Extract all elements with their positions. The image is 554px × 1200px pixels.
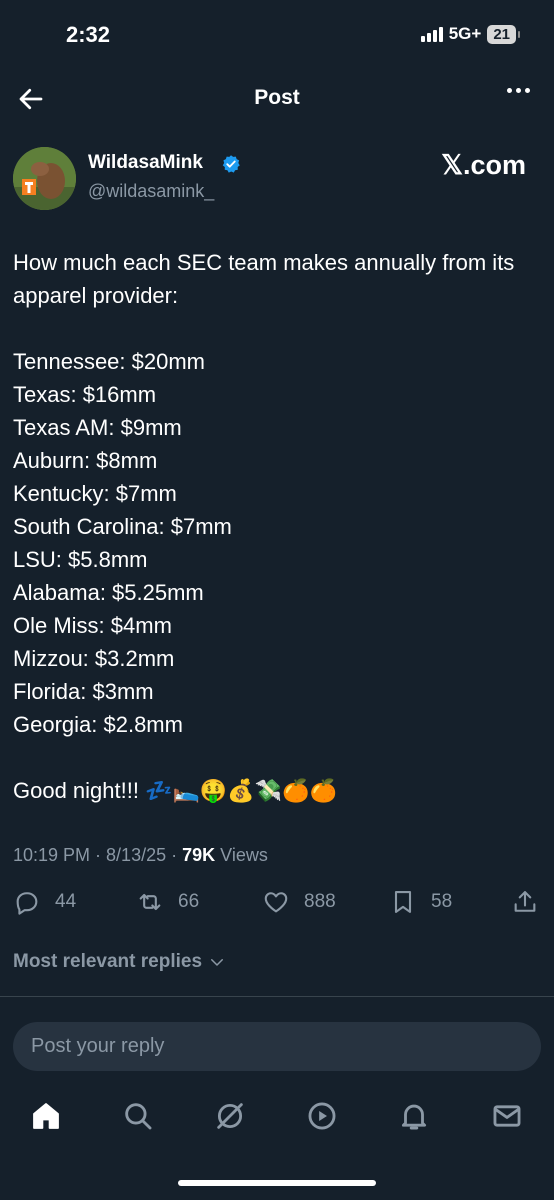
home-icon[interactable] [29,1099,63,1133]
author-display-name[interactable]: WildasaMink [88,152,203,174]
list-item: Auburn: $8mm [13,448,158,473]
list-item: Tennessee: $20mm [13,349,205,374]
author-handle[interactable]: @wildasamink_ [88,181,214,202]
post-time: 10:19 PM [13,845,91,865]
battery-icon: 21 [487,24,520,44]
signal-icon [420,26,443,42]
share-button[interactable] [511,888,539,916]
tweet-text: How much each SEC team makes annually fr… [13,246,543,807]
tweet-intro: How much each SEC team makes annually fr… [13,250,515,308]
grok-icon[interactable] [213,1099,247,1133]
video-icon[interactable] [305,1099,339,1133]
status-time: 2:32 [66,22,111,47]
avatar[interactable] [13,147,76,210]
list-item: Florida: $3mm [13,679,154,704]
reply-button[interactable]: 44 [13,888,76,916]
reply-box [13,1022,541,1071]
reply-count: 44 [55,891,77,912]
heart-icon [264,892,288,913]
tweet-meta: 10:19 PM · 8/13/25 · 79K Views [13,845,268,865]
list-item: Texas: $16mm [13,382,157,407]
verified-badge-icon [222,155,240,173]
list-item: Alabama: $5.25mm [13,580,204,605]
status-icons: 5G+ 21 [420,24,520,44]
replies-sort-label: Most relevant replies [13,951,203,972]
page-title: Post [254,86,300,109]
notifications-bell-icon[interactable] [397,1099,431,1133]
list-item: Georgia: $2.8mm [13,712,183,737]
repost-icon [139,893,161,911]
like-button[interactable]: 888 [262,888,336,916]
views-count[interactable]: 79K [182,845,215,865]
list-item: Mizzou: $3.2mm [13,646,175,671]
source-label: 𝕏.com [441,150,526,180]
tweet-list: Tennessee: $20mm Texas: $16mm Texas AM: … [13,345,543,741]
share-icon [514,891,536,912]
like-count: 888 [304,891,336,912]
bookmark-icon [394,891,412,913]
reply-icon [16,892,38,915]
repost-button[interactable]: 66 [136,888,199,916]
list-item: South Carolina: $7mm [13,514,232,539]
divider [0,996,554,997]
action-bar: 44 66 888 58 [13,888,543,920]
post-date: 8/13/25 [106,845,167,865]
views-label: Views [220,845,268,865]
tweet-closing: Good night!!! 💤🛌🤑💰💸🍊🍊 [13,778,337,803]
list-item: Texas AM: $9mm [13,415,182,440]
bookmark-count: 58 [431,891,453,912]
network-label: 5G+ [448,24,482,43]
list-item: LSU: $5.8mm [13,547,148,572]
reply-input[interactable] [13,1022,541,1071]
chevron-down-icon [211,959,224,966]
search-icon[interactable] [121,1099,155,1133]
home-indicator [178,1180,376,1186]
more-options-icon[interactable] [507,88,530,93]
replies-sort-dropdown[interactable]: Most relevant replies [13,951,226,973]
list-item: Ole Miss: $4mm [13,613,172,638]
messages-envelope-icon[interactable] [490,1099,524,1133]
list-item: Kentucky: $7mm [13,481,177,506]
bookmark-button[interactable]: 58 [389,888,452,916]
repost-count: 66 [178,891,200,912]
